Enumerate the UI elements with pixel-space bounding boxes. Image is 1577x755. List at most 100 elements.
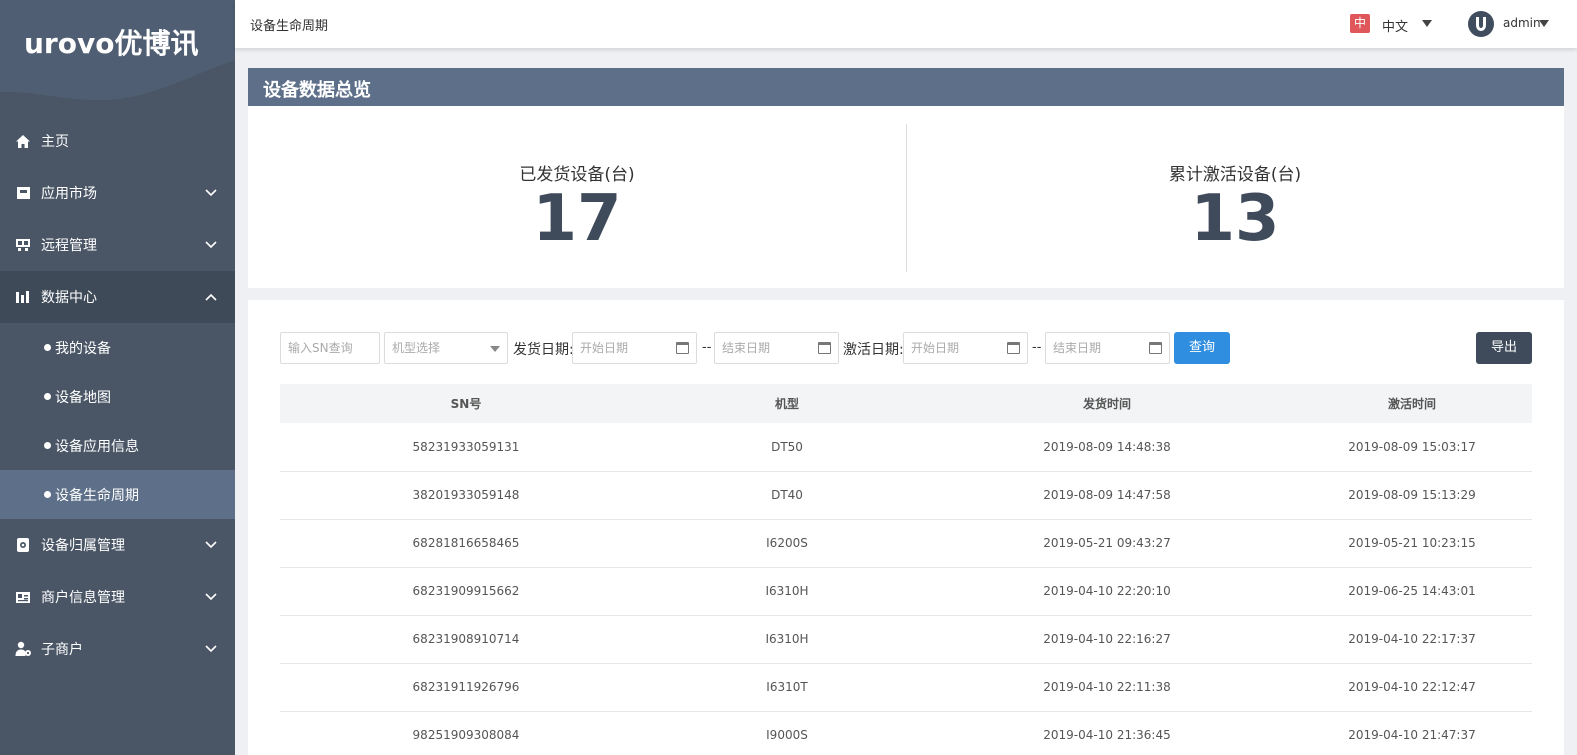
cell-model: I6310H bbox=[652, 615, 922, 664]
cell-model: I6200S bbox=[652, 519, 922, 568]
remote-icon bbox=[14, 236, 32, 254]
overview-heading: 设备数据总览 bbox=[248, 68, 1564, 106]
cell-ship-time: 2019-08-09 14:47:58 bbox=[922, 471, 1292, 520]
cell-sn: 98251909308084 bbox=[280, 711, 652, 755]
export-button[interactable]: 导出 bbox=[1476, 332, 1532, 364]
column-header-activate-time[interactable]: 激活时间 bbox=[1292, 384, 1532, 423]
bullet-icon bbox=[44, 442, 51, 449]
chart-icon bbox=[14, 288, 32, 306]
sidebar-item-merchant-info[interactable]: 商户信息管理 bbox=[0, 571, 235, 623]
cell-ship-time: 2019-04-10 22:11:38 bbox=[922, 663, 1292, 712]
cell-model: DT40 bbox=[652, 471, 922, 520]
table-row[interactable]: 98251909308084 I9000S 2019-04-10 21:36:4… bbox=[280, 711, 1532, 755]
language-dropdown-caret-icon[interactable] bbox=[1422, 20, 1432, 27]
cell-sn: 68231911926796 bbox=[280, 663, 652, 712]
sidebar-item-remote-management[interactable]: 远程管理 bbox=[0, 219, 235, 271]
sidebar-item-label: 设备归属管理 bbox=[41, 538, 125, 554]
cell-model: DT50 bbox=[652, 423, 922, 472]
filter-bar: 输入SN查询 机型选择 发货日期: 开始日期 -- 结束日期 激活日期: 开始日… bbox=[280, 332, 1532, 364]
sidebar-subitem-label: 设备应用信息 bbox=[55, 438, 139, 455]
user-avatar-icon bbox=[1476, 17, 1486, 31]
sidebar-item-label: 主页 bbox=[41, 134, 69, 150]
urovo-logo[interactable]: urovo优博讯 bbox=[24, 22, 198, 62]
chevron-down-icon bbox=[205, 189, 217, 197]
cell-ship-time: 2019-04-10 22:16:27 bbox=[922, 615, 1292, 664]
device-owner-icon bbox=[14, 536, 32, 554]
activated-value: 13 bbox=[1190, 182, 1280, 256]
sidebar-item-app-market[interactable]: 应用市场 bbox=[0, 167, 235, 219]
sidebar-subitem-device-app-info[interactable]: 设备应用信息 bbox=[0, 421, 235, 470]
user-name[interactable]: admin bbox=[1503, 16, 1541, 30]
ship-date-label: 发货日期: bbox=[513, 342, 574, 358]
column-header-model[interactable]: 机型 bbox=[652, 384, 922, 423]
cell-ship-time: 2019-08-09 14:48:38 bbox=[922, 423, 1292, 472]
activate-end-date-input[interactable]: 结束日期 bbox=[1045, 332, 1170, 364]
chevron-down-icon bbox=[205, 541, 217, 549]
ship-end-date-placeholder: 结束日期 bbox=[722, 341, 771, 355]
cell-activate-time: 2019-08-09 15:13:29 bbox=[1292, 471, 1532, 520]
chevron-down-icon bbox=[205, 593, 217, 601]
calendar-icon bbox=[1007, 342, 1020, 354]
table-row[interactable]: 68231909915662 I6310H 2019-04-10 22:20:1… bbox=[280, 567, 1532, 616]
page-title: 设备生命周期 bbox=[250, 19, 329, 34]
ship-start-date-placeholder: 开始日期 bbox=[580, 341, 629, 355]
activate-start-date-input[interactable]: 开始日期 bbox=[903, 332, 1028, 364]
sidebar-item-label: 商户信息管理 bbox=[41, 590, 125, 606]
sidebar-item-label: 远程管理 bbox=[41, 238, 97, 254]
ship-end-date-input[interactable]: 结束日期 bbox=[714, 332, 839, 364]
bullet-icon bbox=[44, 393, 51, 400]
sidebar-subitem-device-map[interactable]: 设备地图 bbox=[0, 372, 235, 421]
language-flag-icon[interactable]: 中 bbox=[1350, 14, 1370, 33]
sidebar-item-data-center[interactable]: 数据中心 bbox=[0, 271, 235, 323]
language-selector[interactable]: 中文 bbox=[1382, 16, 1408, 35]
table-row[interactable]: 68231911926796 I6310T 2019-04-10 22:11:3… bbox=[280, 663, 1532, 712]
table-row[interactable]: 38201933059148 DT40 2019-08-09 14:47:58 … bbox=[280, 471, 1532, 520]
table-row[interactable]: 68281816658465 I6200S 2019-05-21 09:43:2… bbox=[280, 519, 1532, 568]
activate-end-date-placeholder: 结束日期 bbox=[1053, 341, 1102, 355]
avatar[interactable] bbox=[1468, 11, 1494, 37]
cell-sn: 68281816658465 bbox=[280, 519, 652, 568]
cell-activate-time: 2019-04-10 21:47:37 bbox=[1292, 711, 1532, 755]
cell-ship-time: 2019-04-10 21:36:45 bbox=[922, 711, 1292, 755]
sidebar-item-label: 子商户 bbox=[41, 642, 83, 658]
cell-activate-time: 2019-05-21 10:23:15 bbox=[1292, 519, 1532, 568]
table-row[interactable]: 58231933059131 DT50 2019-08-09 14:48:38 … bbox=[280, 423, 1532, 472]
cell-sn: 58231933059131 bbox=[280, 423, 652, 472]
cell-activate-time: 2019-04-10 22:17:37 bbox=[1292, 615, 1532, 664]
model-select-placeholder: 机型选择 bbox=[392, 341, 441, 355]
sidebar-item-sub-merchant[interactable]: 子商户 bbox=[0, 623, 235, 675]
cell-model: I6310T bbox=[652, 663, 922, 712]
device-table: SN号 机型 发货时间 激活时间 58231933059131 DT50 201… bbox=[280, 384, 1532, 755]
sn-search-input[interactable]: 输入SN查询 bbox=[280, 332, 380, 364]
sidebar-subitem-my-devices[interactable]: 我的设备 bbox=[0, 323, 235, 372]
sidebar-subitem-label: 我的设备 bbox=[55, 340, 111, 357]
sidebar-item-device-ownership[interactable]: 设备归属管理 bbox=[0, 519, 235, 571]
column-header-sn[interactable]: SN号 bbox=[280, 384, 652, 423]
bullet-icon bbox=[44, 344, 51, 351]
column-header-ship-time[interactable]: 发货时间 bbox=[922, 384, 1292, 423]
data-center-submenu: 我的设备 设备地图 设备应用信息 设备生命周期 bbox=[0, 323, 235, 519]
top-header: 设备生命周期 中 中文 admin bbox=[235, 0, 1577, 48]
sidebar-item-home[interactable]: 主页 bbox=[0, 115, 235, 167]
device-lifecycle-panel: 输入SN查询 机型选择 发货日期: 开始日期 -- 结束日期 激活日期: 开始日… bbox=[248, 300, 1564, 755]
merchant-card-icon bbox=[14, 588, 32, 606]
chevron-up-icon bbox=[205, 293, 217, 301]
cell-model: I9000S bbox=[652, 711, 922, 755]
user-dropdown-caret-icon[interactable] bbox=[1539, 20, 1549, 27]
cell-activate-time: 2019-08-09 15:03:17 bbox=[1292, 423, 1532, 472]
activate-date-label: 激活日期: bbox=[843, 342, 904, 358]
home-icon bbox=[14, 132, 32, 150]
ship-start-date-input[interactable]: 开始日期 bbox=[572, 332, 697, 364]
store-icon bbox=[14, 184, 32, 202]
user-settings-icon bbox=[14, 640, 32, 658]
query-button[interactable]: 查询 bbox=[1174, 332, 1230, 364]
table-row[interactable]: 68231908910714 I6310H 2019-04-10 22:16:2… bbox=[280, 615, 1532, 664]
cell-activate-time: 2019-06-25 14:43:01 bbox=[1292, 567, 1532, 616]
sidebar-subitem-label: 设备地图 bbox=[55, 389, 111, 406]
sidebar-subitem-label: 设备生命周期 bbox=[55, 487, 139, 504]
model-select[interactable]: 机型选择 bbox=[384, 332, 508, 364]
bullet-icon bbox=[44, 491, 51, 498]
sidebar-subitem-device-lifecycle[interactable]: 设备生命周期 bbox=[0, 470, 235, 519]
calendar-icon bbox=[676, 342, 689, 354]
cell-sn: 38201933059148 bbox=[280, 471, 652, 520]
